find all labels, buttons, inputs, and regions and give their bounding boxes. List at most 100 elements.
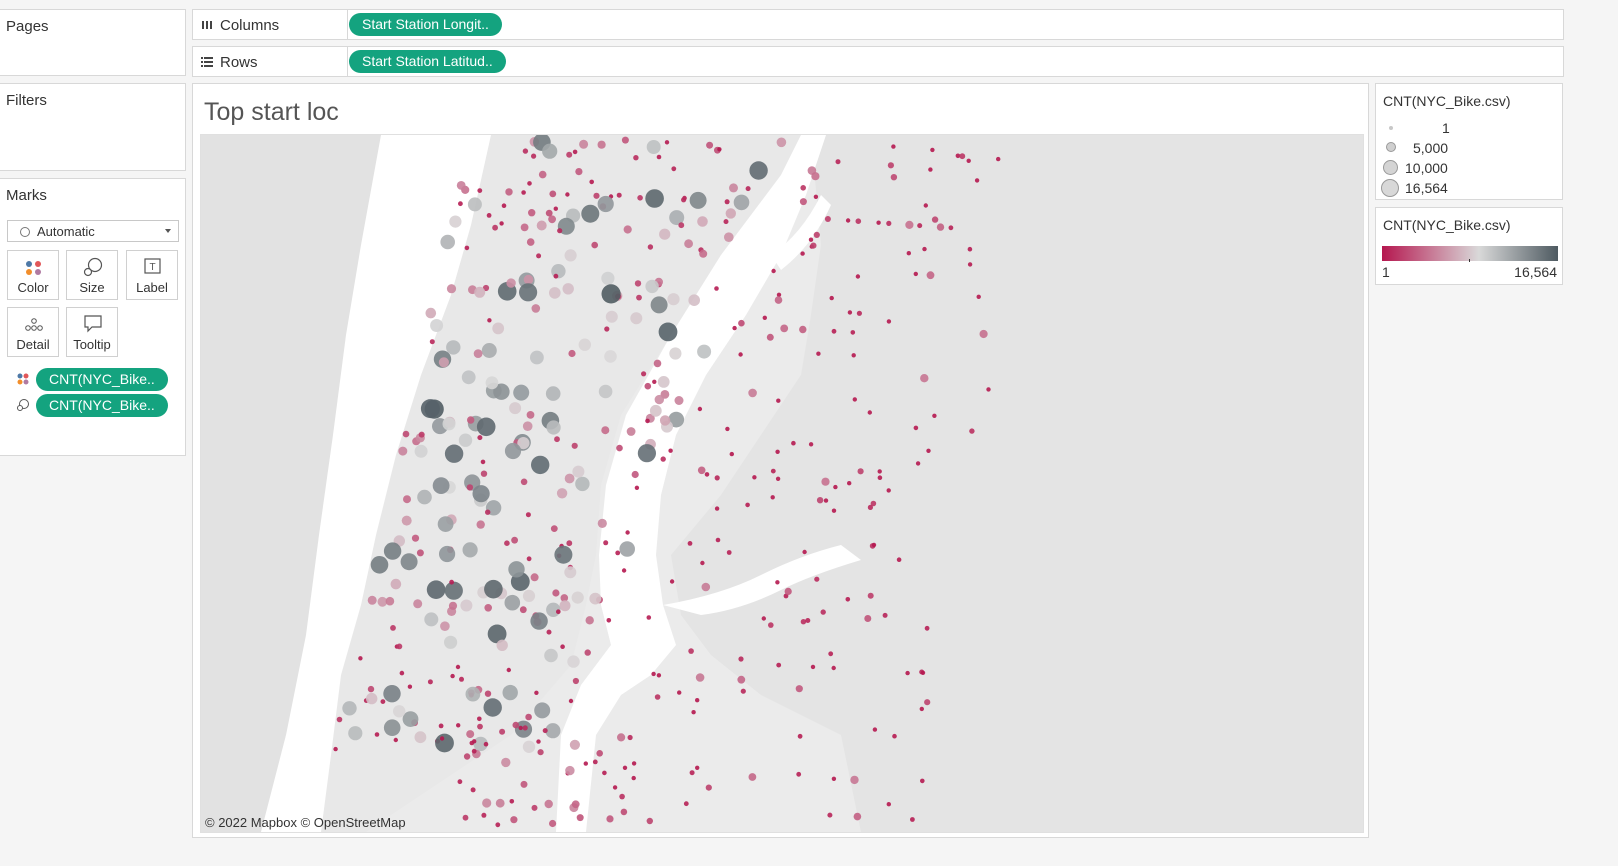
station-marker[interactable] [526, 556, 532, 562]
station-marker[interactable] [549, 190, 557, 198]
station-marker[interactable] [816, 351, 821, 356]
columns-shelf[interactable]: Columns Start Station Longit.. [192, 9, 1564, 40]
station-marker[interactable] [604, 326, 610, 332]
station-marker[interactable] [659, 228, 671, 240]
station-marker[interactable] [393, 737, 398, 743]
station-marker[interactable] [446, 284, 457, 294]
station-marker[interactable] [477, 723, 483, 730]
station-marker[interactable] [554, 436, 560, 443]
station-marker[interactable] [522, 725, 528, 731]
station-marker[interactable] [797, 733, 803, 739]
station-marker[interactable] [924, 699, 931, 706]
station-marker[interactable] [808, 442, 814, 447]
station-marker[interactable] [967, 246, 973, 252]
station-marker[interactable] [824, 216, 831, 222]
station-marker[interactable] [864, 615, 872, 622]
station-marker[interactable] [687, 541, 693, 546]
station-marker[interactable] [458, 201, 463, 207]
station-marker[interactable] [513, 384, 530, 401]
station-marker[interactable] [816, 497, 824, 504]
station-marker[interactable] [752, 475, 757, 480]
station-marker[interactable] [450, 673, 455, 679]
station-marker[interactable] [695, 765, 700, 770]
station-marker[interactable] [966, 158, 971, 163]
station-marker[interactable] [506, 278, 516, 288]
station-marker[interactable] [762, 315, 767, 320]
station-marker[interactable] [432, 477, 450, 494]
station-marker[interactable] [615, 550, 621, 556]
station-marker[interactable] [649, 404, 662, 417]
size-field-pill[interactable]: CNT(NYC_Bike.. [36, 394, 168, 417]
station-marker[interactable] [374, 732, 380, 737]
station-marker[interactable] [336, 716, 343, 723]
station-marker[interactable] [926, 271, 935, 280]
station-marker[interactable] [499, 221, 504, 226]
station-marker[interactable] [439, 736, 445, 741]
station-marker[interactable] [522, 589, 536, 602]
station-marker[interactable] [886, 802, 891, 807]
station-marker[interactable] [637, 444, 656, 463]
station-marker[interactable] [520, 780, 528, 788]
station-marker[interactable] [426, 580, 446, 599]
station-marker[interactable] [871, 542, 877, 548]
station-marker[interactable] [459, 676, 464, 682]
station-marker[interactable] [589, 179, 594, 185]
station-marker[interactable] [855, 274, 861, 279]
station-marker[interactable] [435, 733, 454, 753]
station-marker[interactable] [480, 470, 488, 477]
station-marker[interactable] [591, 241, 598, 249]
station-marker[interactable] [802, 549, 807, 555]
station-marker[interactable] [504, 540, 510, 546]
station-marker[interactable] [664, 140, 670, 145]
station-marker[interactable] [678, 222, 685, 229]
station-marker[interactable] [366, 692, 378, 705]
station-marker[interactable] [526, 411, 535, 419]
station-marker[interactable] [486, 213, 492, 218]
station-marker[interactable] [697, 216, 708, 227]
station-marker[interactable] [534, 690, 539, 695]
station-marker[interactable] [800, 185, 806, 191]
station-marker[interactable] [495, 822, 501, 828]
station-marker[interactable] [647, 244, 654, 250]
station-marker[interactable] [400, 553, 418, 571]
station-marker[interactable] [775, 476, 781, 481]
station-marker[interactable] [847, 481, 852, 486]
station-marker[interactable] [525, 713, 532, 721]
station-marker[interactable] [612, 785, 618, 790]
station-marker[interactable] [390, 625, 396, 631]
station-marker[interactable] [831, 328, 837, 334]
station-marker[interactable] [706, 141, 714, 149]
station-marker[interactable] [414, 444, 428, 458]
station-marker[interactable] [967, 262, 973, 267]
tooltip-button[interactable]: Tooltip [66, 307, 118, 357]
station-marker[interactable] [476, 520, 485, 529]
station-marker[interactable] [512, 721, 520, 729]
station-marker[interactable] [564, 566, 577, 579]
station-marker[interactable] [544, 799, 553, 809]
station-marker[interactable] [520, 478, 528, 486]
station-marker[interactable] [556, 609, 561, 614]
station-marker[interactable] [579, 139, 589, 149]
columns-pill[interactable]: Start Station Longit.. [349, 13, 502, 36]
station-marker[interactable] [481, 812, 487, 818]
station-marker[interactable] [549, 287, 561, 299]
station-marker[interactable] [740, 688, 746, 694]
station-marker[interactable] [996, 156, 1001, 162]
station-marker[interactable] [688, 294, 700, 306]
station-marker[interactable] [455, 664, 461, 670]
station-marker[interactable] [399, 670, 405, 676]
station-marker[interactable] [637, 195, 643, 201]
station-marker[interactable] [850, 330, 856, 335]
station-marker[interactable] [667, 293, 680, 306]
station-marker[interactable] [402, 430, 410, 438]
station-marker[interactable] [457, 779, 463, 785]
station-marker[interactable] [383, 719, 401, 736]
station-marker[interactable] [627, 734, 633, 741]
station-marker[interactable] [714, 475, 720, 481]
station-marker[interactable] [557, 228, 563, 234]
station-marker[interactable] [519, 283, 538, 302]
station-marker[interactable] [835, 159, 841, 165]
station-marker[interactable] [922, 246, 927, 252]
station-marker[interactable] [418, 431, 425, 438]
station-marker[interactable] [660, 456, 666, 462]
